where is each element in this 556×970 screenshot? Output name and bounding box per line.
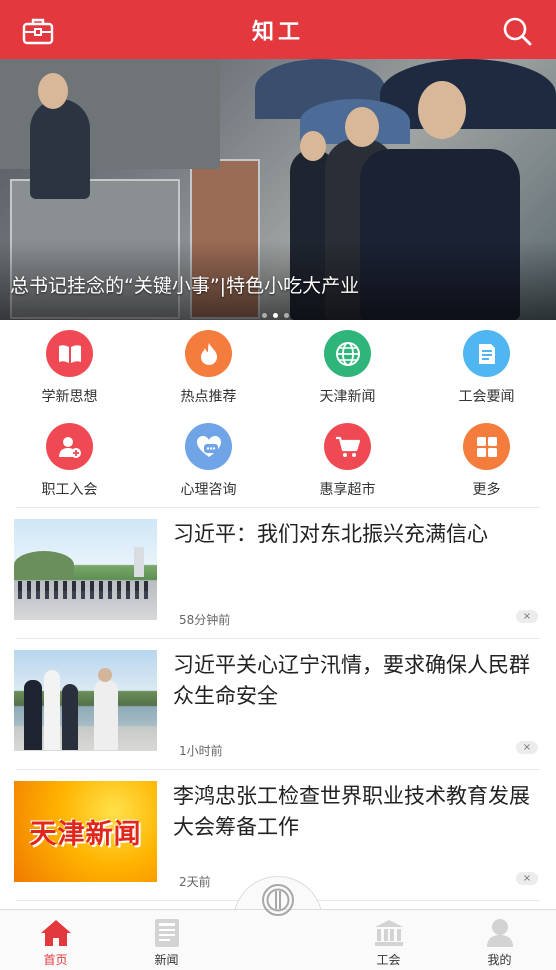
menu-item-market[interactable]: 惠享超市 <box>278 413 417 506</box>
banner-pagination <box>262 313 289 318</box>
tab-home[interactable]: 首页 <box>0 910 111 970</box>
menu-item-union-news[interactable]: 工会要闻 <box>417 320 556 413</box>
banner-dot-active[interactable] <box>273 313 278 318</box>
document-icon <box>463 330 510 377</box>
news-title[interactable]: 习近平：我们对东北振兴充满信心 <box>173 519 541 550</box>
add-user-icon <box>46 423 93 470</box>
menu-item-join[interactable]: 职工入会 <box>0 413 139 506</box>
hero-banner[interactable]: 总书记挂念的“关键小事”|特色小吃大产业 <box>0 59 556 320</box>
banner-caption[interactable]: 总书记挂念的“关键小事”|特色小吃大产业 <box>10 271 359 298</box>
news-thumbnail <box>14 519 157 620</box>
menu-item-label: 学新思想 <box>41 389 98 405</box>
briefcase-icon[interactable] <box>22 17 54 45</box>
dismiss-button[interactable]: × <box>516 741 538 754</box>
globe-icon <box>324 330 371 377</box>
menu-item-label: 惠享超市 <box>319 482 376 498</box>
menu-item-hot[interactable]: 热点推荐 <box>139 320 278 413</box>
tab-label: 首页 <box>43 953 68 967</box>
menu-item-label: 天津新闻 <box>319 389 376 405</box>
grid-icon <box>463 423 510 470</box>
news-item[interactable]: 习近平关心辽宁汛情，要求确保人民群众生命安全 1小时前 × <box>0 638 556 769</box>
menu-item-label: 更多 <box>472 482 501 498</box>
news-time: 2天前 <box>179 875 211 889</box>
quick-menu: 学新思想 热点推荐 天津新闻 工会要闻 职工入会 心理咨询 惠享超市 更多 <box>0 320 556 506</box>
banner-dot[interactable] <box>262 313 267 318</box>
news-item[interactable]: 习近平：我们对东北振兴充满信心 58分钟前 × <box>0 507 556 638</box>
dismiss-button[interactable]: × <box>516 872 538 885</box>
menu-item-label: 工会要闻 <box>458 389 515 405</box>
app-header: 知工 <box>0 0 556 59</box>
bump-cover <box>230 910 326 970</box>
thumbnail-text: 天津新闻 <box>29 819 142 850</box>
user-icon <box>484 918 516 948</box>
tab-label: 工会 <box>376 953 401 967</box>
news-time: 1小时前 <box>179 744 223 758</box>
tab-union[interactable]: 工会 <box>333 910 444 970</box>
menu-item-counseling[interactable]: 心理咨询 <box>139 413 278 506</box>
app-title: 知工 <box>251 18 304 45</box>
news-thumbnail <box>14 650 157 751</box>
heart-chat-icon <box>185 423 232 470</box>
union-logo-icon[interactable] <box>262 884 294 916</box>
book-icon <box>46 330 93 377</box>
menu-item-label: 热点推荐 <box>180 389 237 405</box>
menu-item-more[interactable]: 更多 <box>417 413 556 506</box>
news-title[interactable]: 李鸿忠张工检查世界职业技术教育发展大会筹备工作 <box>173 781 541 843</box>
home-icon <box>40 918 72 948</box>
menu-item-study[interactable]: 学新思想 <box>0 320 139 413</box>
menu-item-label: 心理咨询 <box>180 482 237 498</box>
flame-icon <box>185 330 232 377</box>
news-title[interactable]: 习近平关心辽宁汛情，要求确保人民群众生命安全 <box>173 650 541 712</box>
dismiss-button[interactable]: × <box>516 610 538 623</box>
tab-label: 我的 <box>487 953 512 967</box>
menu-item-tianjin-news[interactable]: 天津新闻 <box>278 320 417 413</box>
tab-profile[interactable]: 我的 <box>444 910 555 970</box>
bank-icon <box>373 918 405 948</box>
cart-icon <box>324 423 371 470</box>
banner-dot[interactable] <box>284 313 289 318</box>
news-time: 58分钟前 <box>179 613 231 627</box>
news-thumbnail: 天津新闻 <box>14 781 157 882</box>
menu-item-label: 职工入会 <box>41 482 98 498</box>
search-icon[interactable] <box>502 16 532 46</box>
